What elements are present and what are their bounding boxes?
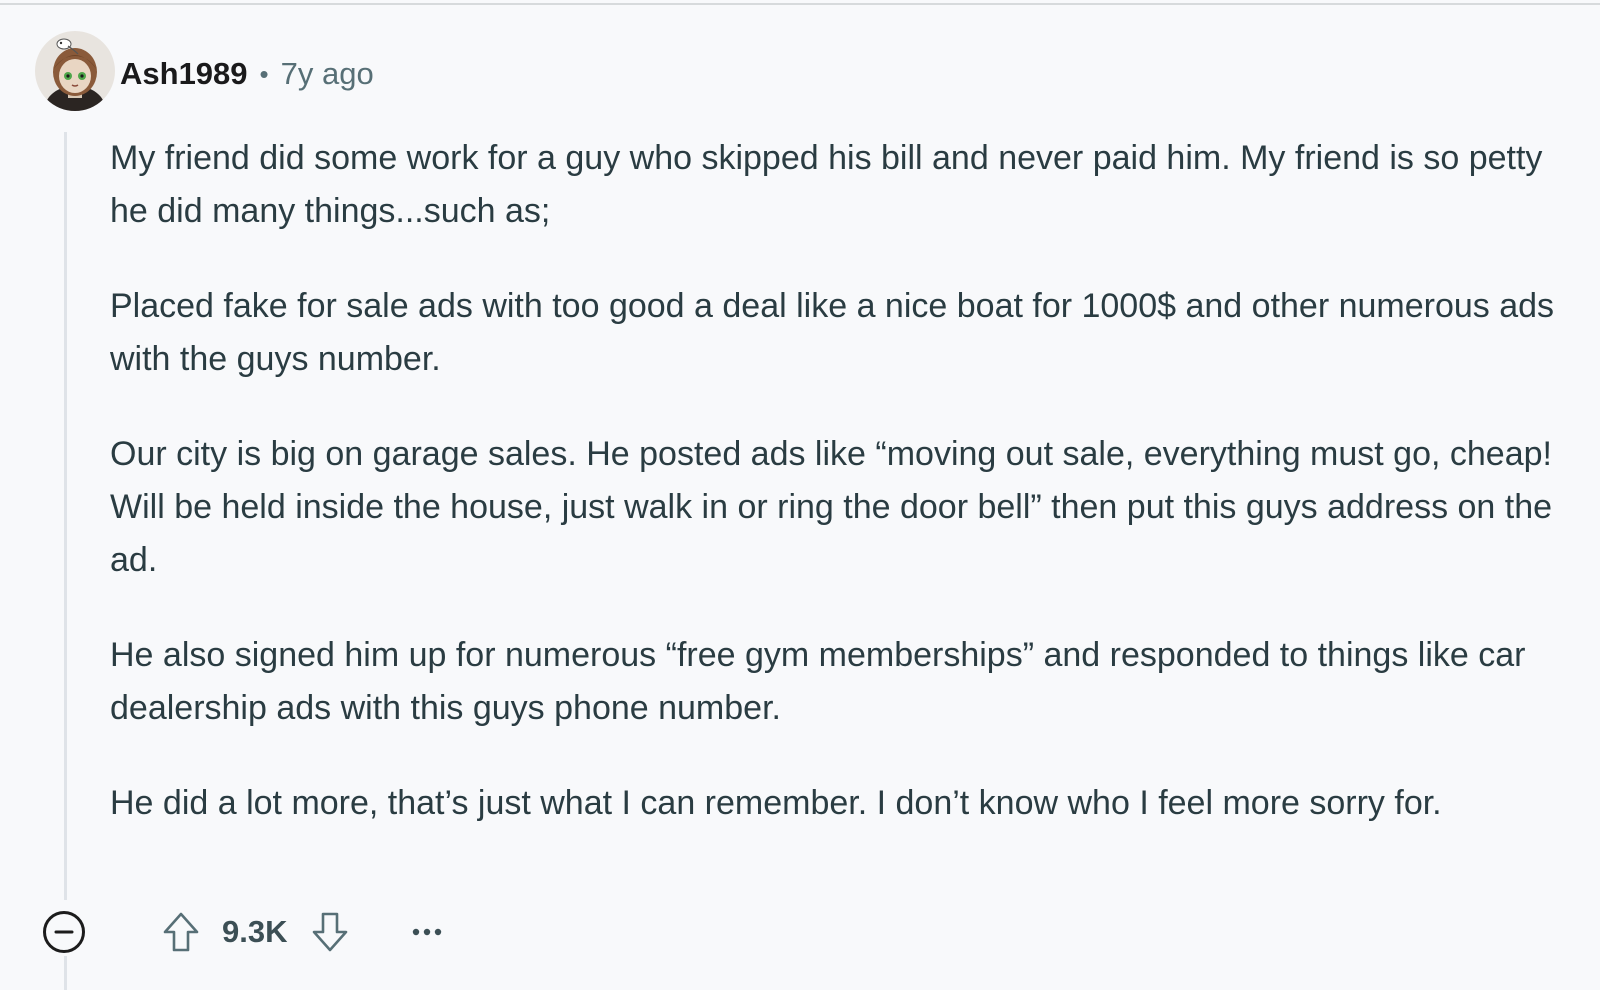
username[interactable]: Ash1989 bbox=[120, 56, 248, 92]
ellipsis-icon bbox=[413, 928, 442, 936]
thread-line-tail[interactable] bbox=[64, 956, 67, 990]
comment-paragraph: My friend did some work for a guy who sk… bbox=[110, 139, 1543, 230]
upvote-button[interactable] bbox=[160, 910, 202, 954]
arrow-up-icon bbox=[163, 912, 199, 952]
comment: Ash1989 • 7y ago My friend did some work… bbox=[0, 0, 1600, 990]
timestamp[interactable]: 7y ago bbox=[281, 56, 374, 92]
comment-paragraph: Our city is big on garage sales. He post… bbox=[110, 435, 1553, 579]
comment-body: My friend did some work for a guy who sk… bbox=[110, 132, 1580, 872]
more-options-button[interactable] bbox=[407, 910, 447, 954]
avatar[interactable] bbox=[34, 30, 116, 112]
thread-line[interactable] bbox=[64, 132, 67, 900]
comment-header: Ash1989 • 7y ago bbox=[120, 52, 374, 96]
downvote-button[interactable] bbox=[309, 910, 351, 954]
comment-paragraph: He also signed him up for numerous “free… bbox=[110, 636, 1526, 727]
collapse-button[interactable] bbox=[42, 910, 86, 954]
arrow-down-icon bbox=[313, 912, 348, 952]
vote-score: 9.3K bbox=[222, 914, 288, 949]
comment-paragraph: He did a lot more, that’s just what I ca… bbox=[110, 784, 1442, 822]
comment-paragraph: Placed fake for sale ads with too good a… bbox=[110, 287, 1555, 378]
comment-actions: 9.3K bbox=[42, 908, 447, 956]
meta-separator: • bbox=[259, 58, 269, 89]
avatar-image bbox=[35, 31, 115, 111]
minus-circle-icon bbox=[43, 911, 85, 953]
